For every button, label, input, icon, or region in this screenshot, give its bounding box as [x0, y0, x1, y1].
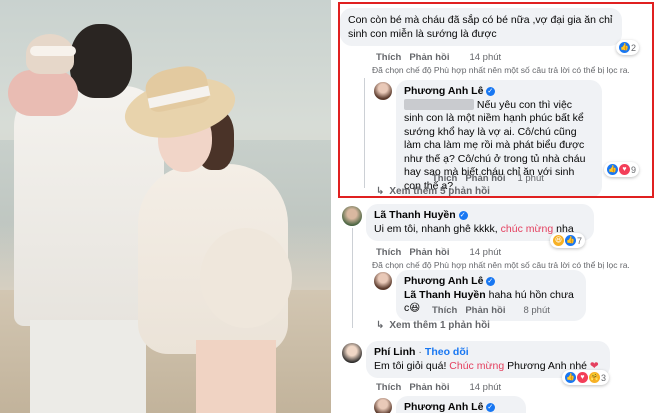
mention-link[interactable]: chúc mừng [501, 223, 554, 235]
reply-button[interactable]: Phản hồi [465, 305, 505, 316]
thread-line [352, 228, 353, 328]
avatar[interactable] [374, 272, 392, 290]
avatar[interactable] [342, 343, 362, 363]
verified-badge-icon [486, 275, 496, 289]
filter-note: Đã chọn chế độ Phù hợp nhất nên một số c… [372, 260, 630, 270]
like-button[interactable]: Thích [432, 173, 457, 184]
photo-baby-band [30, 46, 76, 56]
reply-actions: Thích Phản hồi 8 phút [432, 305, 550, 316]
mention-link[interactable]: Chúc mừng [449, 360, 504, 372]
hidden-name [404, 99, 474, 111]
like-button[interactable]: Thích [432, 305, 457, 316]
photo-man-head [70, 24, 132, 98]
reply-button[interactable]: Phản hồi [465, 173, 505, 184]
like-reaction-icon: 👍 [619, 42, 630, 53]
photo-man-legs [30, 320, 146, 413]
reaction-count: 3 [601, 372, 607, 383]
comment-actions: Thích Phản hồi 14 phút [376, 52, 501, 63]
reply-actions: Thích Phản hồi 1 phút [432, 173, 544, 184]
follow-button[interactable]: Theo dõi [425, 346, 469, 360]
verified-badge-icon [458, 209, 468, 223]
tagged-user[interactable]: Lã Thanh Huyền [404, 289, 486, 301]
like-button[interactable]: Thích [376, 52, 401, 63]
verified-badge-icon [486, 401, 496, 413]
reaction-summary[interactable]: 👍 ♥ 9 [604, 162, 640, 177]
commenter-name[interactable]: Phí Linh · Theo dõi [374, 346, 602, 360]
avatar[interactable] [342, 206, 362, 226]
reply-time: 1 phút [517, 173, 544, 184]
comment-actions: Thích Phản hồi 14 phút [376, 247, 501, 258]
reply-button[interactable]: Phản hồi [409, 52, 449, 63]
verified-badge-icon [486, 85, 496, 99]
reaction-count: 9 [631, 164, 637, 175]
filter-note: Đã chọn chế độ Phù hợp nhất nên một số c… [372, 65, 630, 75]
comment-time: 14 phút [469, 382, 502, 393]
view-more-replies[interactable]: ↳ Xem thêm 5 phản hồi [376, 186, 490, 197]
haha-reaction-icon: 😆 [553, 235, 564, 246]
heart-reaction-icon: ♥ [577, 372, 588, 383]
comment-bubble: Con còn bé mà cháu đã sắp có bé nữa ,vợ … [340, 8, 622, 46]
family-photo [0, 0, 331, 413]
reply-button[interactable]: Phản hồi [409, 382, 449, 393]
commenter-name[interactable]: Phương Anh Lê [404, 85, 594, 99]
reaction-summary[interactable]: 👍 ♥ 🤗 3 [562, 370, 610, 385]
care-reaction-icon: 🤗 [589, 372, 600, 383]
comment-time: 14 phút [469, 52, 502, 63]
reaction-summary[interactable]: 👍 2 [616, 40, 640, 55]
photo-baby [8, 70, 78, 116]
like-button[interactable]: Thích [376, 247, 401, 258]
photo-woman-belly [200, 228, 292, 328]
thread-line [364, 78, 365, 188]
reaction-summary[interactable]: 😆 👍 7 [550, 233, 586, 248]
avatar[interactable] [374, 398, 392, 413]
like-reaction-icon: 👍 [607, 164, 618, 175]
commenter-name[interactable]: Phương Anh Lê [404, 275, 578, 289]
commenter-name[interactable]: Phương Anh Lê [404, 401, 518, 413]
reply-arrow-icon: ↳ [376, 320, 385, 331]
comments-panel: Con còn bé mà cháu đã sắp có bé nữa ,vợ … [334, 0, 660, 413]
laughing-emoji-icon: 😆 [409, 302, 421, 314]
avatar[interactable] [374, 82, 392, 100]
comment-actions: Thích Phản hồi 14 phút [376, 382, 501, 393]
reply-time: 8 phút [523, 305, 550, 316]
like-button[interactable]: Thích [376, 382, 401, 393]
comment-time: 14 phút [469, 247, 502, 258]
view-more-replies[interactable]: ↳ Xem thêm 1 phản hồi [376, 320, 490, 331]
photo-woman-legs [196, 340, 276, 413]
reply-button[interactable]: Phản hồi [409, 247, 449, 258]
like-reaction-icon: 👍 [565, 235, 576, 246]
heart-reaction-icon: ♥ [619, 164, 630, 175]
reaction-count: 7 [577, 235, 583, 246]
like-reaction-icon: 👍 [565, 372, 576, 383]
reply-bubble: Phương Anh Lê [396, 396, 526, 413]
reply-arrow-icon: ↳ [376, 186, 385, 197]
comment-text: Con còn bé mà cháu đã sắp có bé nữa ,vợ … [348, 14, 613, 40]
commenter-name[interactable]: Lã Thanh Huyền [374, 209, 586, 223]
reaction-count: 2 [631, 42, 637, 53]
